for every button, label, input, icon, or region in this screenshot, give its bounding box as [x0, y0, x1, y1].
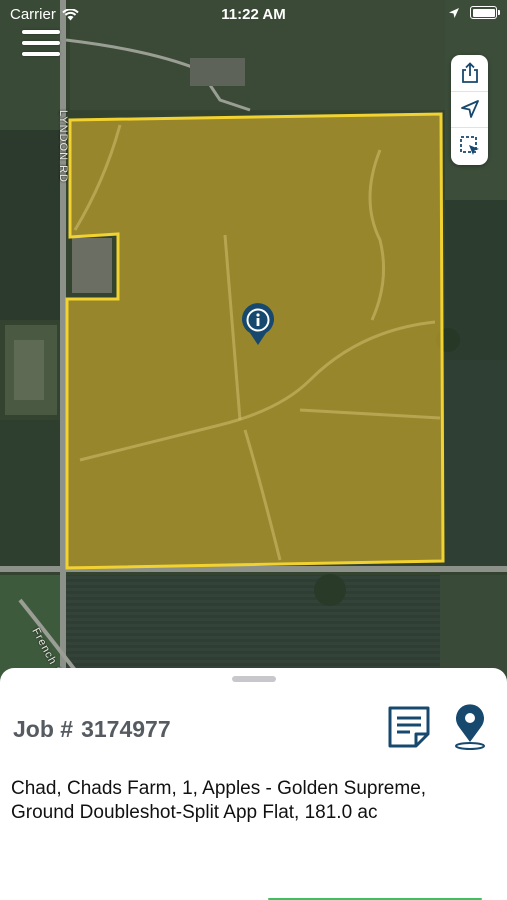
job-title: Job # 3174977	[13, 716, 171, 743]
job-label: Job #	[13, 716, 74, 742]
clock: 11:22 AM	[221, 6, 286, 23]
share-button[interactable]	[451, 55, 488, 92]
job-details-sheet[interactable]: Job # 3174977 Chad, Chads Farm, 1, Apples…	[0, 668, 507, 900]
location-arrow-icon	[460, 100, 479, 119]
share-icon	[461, 61, 478, 83]
status-right	[448, 6, 500, 19]
status-bar: Carrier 11:22 AM	[0, 0, 507, 28]
location-services-icon	[449, 7, 459, 18]
road-label-lyndon: LYNDON RD	[57, 110, 69, 183]
select-area-icon	[459, 136, 479, 156]
hamburger-menu-button[interactable]	[22, 30, 60, 62]
menu-bar-icon	[22, 41, 60, 45]
menu-bar-icon	[22, 30, 60, 34]
notes-icon	[388, 706, 430, 748]
locate-me-button[interactable]	[451, 92, 488, 128]
job-number: 3174977	[81, 716, 171, 742]
menu-bar-icon	[22, 52, 60, 56]
info-marker-icon	[242, 303, 274, 345]
map-toolbar	[451, 55, 488, 165]
location-pin-icon	[455, 704, 485, 750]
job-location-button[interactable]	[452, 704, 488, 750]
job-description: Chad, Chads Farm, 1, Apples - Golden Sup…	[11, 778, 427, 823]
sheet-grabber[interactable]	[232, 676, 276, 682]
notes-button[interactable]	[386, 704, 432, 750]
field-info-marker[interactable]	[240, 302, 276, 346]
battery-icon	[470, 6, 500, 19]
select-area-button[interactable]	[451, 128, 488, 165]
